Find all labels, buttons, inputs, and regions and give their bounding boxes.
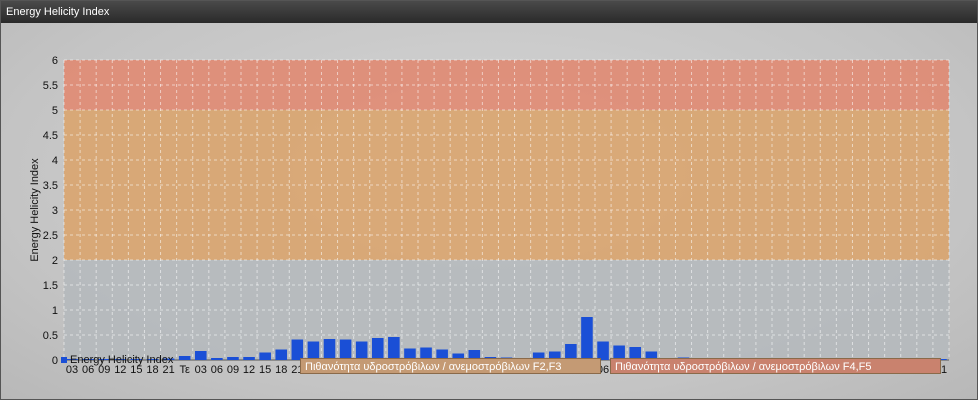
bar <box>291 339 304 360</box>
legend-swatch <box>61 357 67 364</box>
y-tick-label: 6 <box>52 55 58 67</box>
x-tick-label: 06 <box>211 364 223 376</box>
zone-f4-f5-label: Πιθανότητα υδροστρόβιλων / ανεμοστρόβιλω… <box>615 361 872 373</box>
zone-f2-f3-legend[interactable]: Πιθανότητα υδροστρόβιλων / ανεμοστρόβιλω… <box>300 358 601 374</box>
y-tick-label: 1 <box>52 305 58 317</box>
y-tick-label: 5.5 <box>43 80 58 92</box>
bar <box>339 339 352 360</box>
bar <box>178 356 191 360</box>
y-tick-label: 2.5 <box>43 230 58 242</box>
legend-label: Energy Helicity Index <box>70 354 174 366</box>
ehi-chart: 00.511.522.533.544.555.5603 06 09 12 15 18 21 Τ… <box>29 55 950 376</box>
y-tick-label: 4 <box>52 155 58 167</box>
y-tick-label: 0 <box>52 355 58 367</box>
legend-item[interactable]: Energy Helicity Index <box>61 353 173 367</box>
bar <box>371 338 384 360</box>
x-tick-label: 03 <box>195 364 207 376</box>
x-tick-label: 18 <box>275 364 287 376</box>
bar <box>211 358 223 360</box>
y-tick-label: 3 <box>52 205 58 217</box>
x-tick-label: 09 <box>227 364 239 376</box>
zone-f2-f3-label: Πιθανότητα υδροστρόβιλων / ανεμοστρόβιλω… <box>305 361 562 373</box>
y-tick-label: 0.5 <box>43 330 58 342</box>
bar <box>275 349 288 360</box>
bar <box>581 317 593 360</box>
zone-f4-f5-legend[interactable]: Πιθανότητα υδροστρόβιλων / ανεμοστρόβιλω… <box>610 358 941 374</box>
y-tick-label: 1.5 <box>43 280 58 292</box>
x-tick-label: Τε <box>179 364 190 376</box>
bar <box>243 357 255 360</box>
bar <box>259 352 271 360</box>
bar <box>194 351 207 360</box>
y-axis-label: Energy Helicity Index <box>29 158 41 262</box>
x-tick-label: 12 <box>243 364 255 376</box>
chart-window: Energy Helicity Index 0 0.5 1 1.5 2 2.5 3 3.5 4 4… <box>0 0 978 400</box>
y-tick-label: 4.5 <box>43 130 58 142</box>
bar <box>323 339 336 360</box>
bar <box>388 337 400 360</box>
y-tick-label: 3.5 <box>43 180 58 192</box>
y-tick-label: 5 <box>52 105 58 117</box>
bar <box>227 357 239 360</box>
y-tick-label: 2 <box>52 255 58 267</box>
x-tick-label: 15 <box>259 364 271 376</box>
